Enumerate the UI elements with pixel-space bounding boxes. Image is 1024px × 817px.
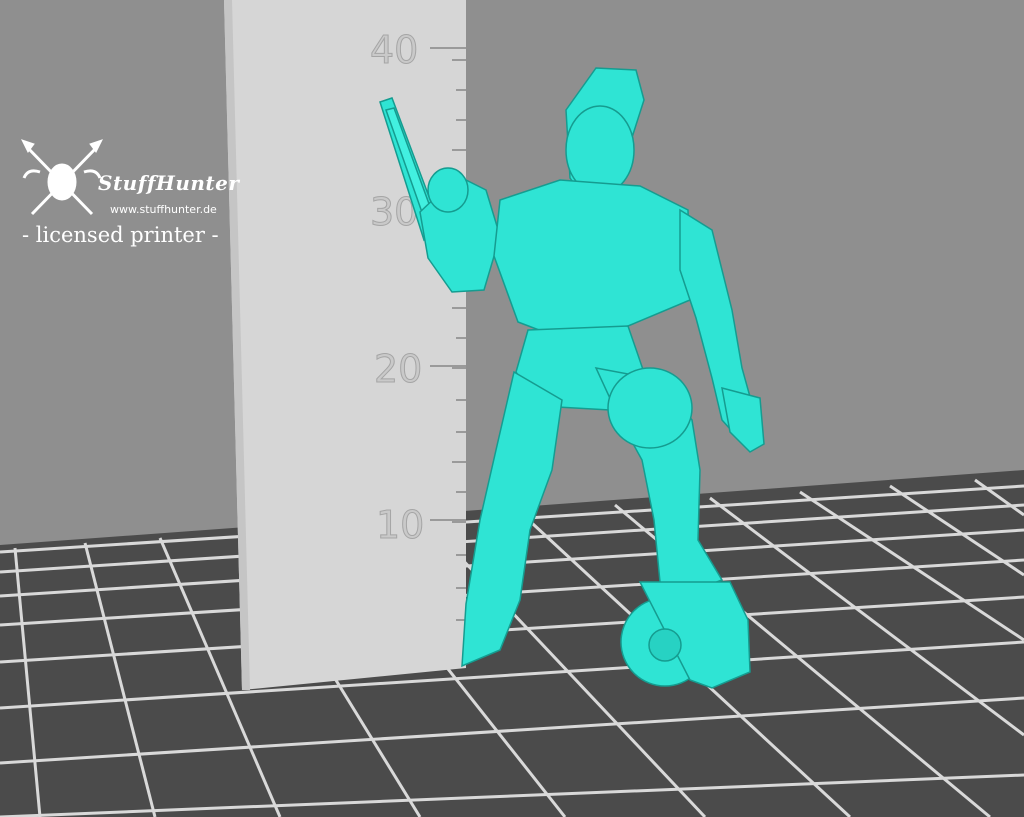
watermark-brand-name: StuffHunter: [98, 171, 240, 195]
3d-viewport[interactable]: 40 30 20 10 StuffHunter www.stuffhunter.…: [0, 0, 1024, 817]
watermark-tagline: - licensed printer -: [22, 223, 219, 247]
watermark-website: www.stuffhunter.de: [110, 203, 217, 216]
stuffhunter-logo: [21, 139, 103, 216]
